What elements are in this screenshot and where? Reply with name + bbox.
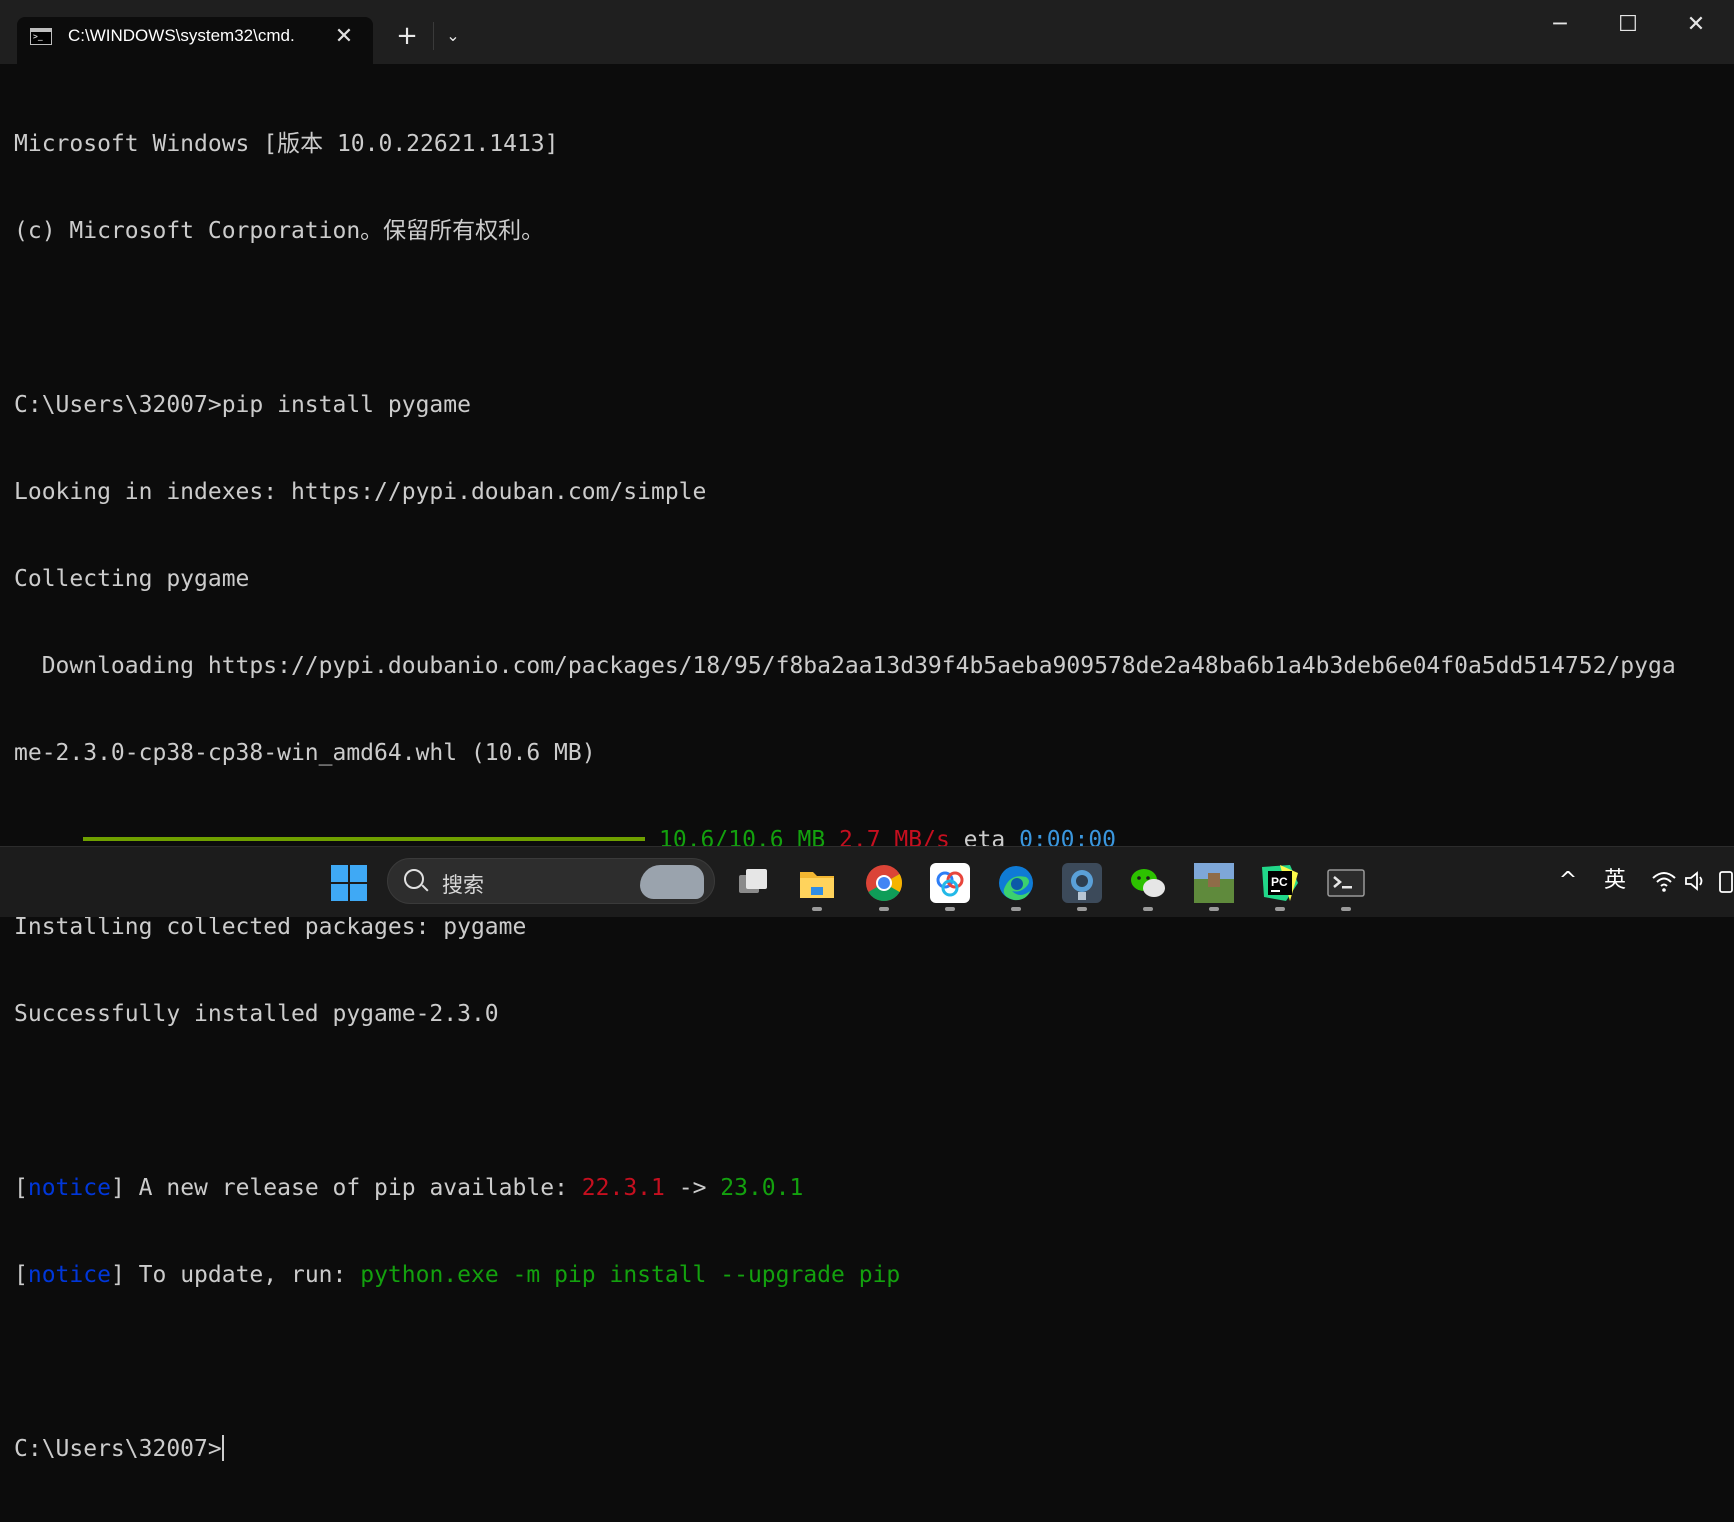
terminal-icon[interactable] [1326,863,1366,903]
new-tab-button[interactable]: + [390,20,424,52]
old-version: 22.3.1 [581,1175,665,1201]
console-line: Looking in indexes: https://pypi.douban.… [14,479,707,505]
notice-tag: notice [27,1175,111,1201]
bracket: ] [110,1262,125,1288]
console-line: C:\Users\32007>pip install pygame [14,392,471,418]
new-version: 23.0.1 [720,1175,804,1201]
taskbar: 搜索 PC ^ 英 [0,846,1734,917]
maximize-button[interactable]: ☐ [1604,12,1652,52]
close-tab-icon[interactable]: ✕ [332,25,356,49]
edge-icon[interactable] [996,863,1036,903]
prompt-line[interactable]: C:\Users\32007> [14,1434,1714,1464]
console-line: Successfully installed pygame-2.3.0 [14,1001,499,1027]
bracket: [ [14,1262,28,1288]
minimize-button[interactable]: ─ [1536,12,1584,52]
search-icon [404,869,424,889]
ime-indicator[interactable]: 英 [1598,861,1632,901]
tab-separator [433,22,434,50]
console-line: (c) Microsoft Corporation。保留所有权利。 [14,218,545,244]
file-explorer-icon[interactable] [797,863,837,903]
svg-text:PC: PC [1271,875,1288,889]
battery-icon[interactable] [1716,861,1734,901]
running-indicator [1011,907,1021,911]
running-indicator [1275,907,1285,911]
chrome-icon[interactable] [864,863,904,903]
update-command: python.exe -m pip install --upgrade pip [360,1262,901,1288]
show-hidden-icons-chevron-icon[interactable]: ^ [1554,861,1582,901]
tab-cmd[interactable]: C:\WINDOWS\system32\cmd. ✕ [17,17,373,64]
baidu-netdisk-icon[interactable] [930,863,970,903]
running-indicator [1077,907,1087,911]
photo-viewer-icon[interactable] [1062,863,1102,903]
console-line: Downloading https://pypi.doubanio.com/pa… [14,653,1676,679]
bracket: ] [110,1175,125,1201]
start-icon[interactable] [329,863,369,903]
console-line: Collecting pygame [14,566,250,592]
console-line: Microsoft Windows [版本 10.0.22621.1413] [14,131,559,157]
running-indicator [812,907,822,911]
bracket: [ [14,1175,28,1201]
console-line: me-2.3.0-cp38-cp38-win_amd64.whl (10.6 M… [14,740,596,766]
notice-line: [notice] To update, run: python.exe -m p… [14,1261,1714,1290]
console-output[interactable]: Microsoft Windows [版本 10.0.22621.1413] (… [14,72,1714,1462]
notice-line: [notice] A new release of pip available:… [14,1174,1714,1203]
search-placeholder: 搜索 [442,873,484,897]
tab-title: C:\WINDOWS\system32\cmd. [68,26,295,45]
title-bar: C:\WINDOWS\system32\cmd. ✕ + ⌄ ─ ☐ ✕ [0,0,1734,64]
console-line: Installing collected packages: pygame [14,914,527,940]
notice-tag: notice [27,1262,111,1288]
running-indicator [1209,907,1219,911]
wifi-icon[interactable] [1650,861,1678,901]
running-indicator [945,907,955,911]
progress-bar [83,836,645,841]
notice-text: A new release of pip available: [124,1175,582,1201]
running-indicator [1341,907,1351,911]
arrow: -> [664,1175,721,1201]
wechat-icon[interactable] [1128,863,1168,903]
running-indicator [1143,907,1153,911]
manatee-illustration-icon [640,865,704,899]
cmd-icon [30,28,52,45]
task-view-icon[interactable] [733,863,773,903]
tab-dropdown-button[interactable]: ⌄ [436,20,470,52]
search-box[interactable]: 搜索 [387,858,715,904]
terminal-window: C:\WINDOWS\system32\cmd. ✕ + ⌄ ─ ☐ ✕ Mic… [0,0,1734,1462]
volume-icon[interactable] [1682,861,1710,901]
pycharm-icon[interactable]: PC [1260,863,1300,903]
prompt: C:\Users\32007> [14,1436,222,1462]
minecraft-icon[interactable] [1194,863,1234,903]
close-window-button[interactable]: ✕ [1672,12,1720,52]
running-indicator [879,907,889,911]
text-cursor [221,1434,224,1461]
notice-text: To update, run: [124,1262,361,1288]
